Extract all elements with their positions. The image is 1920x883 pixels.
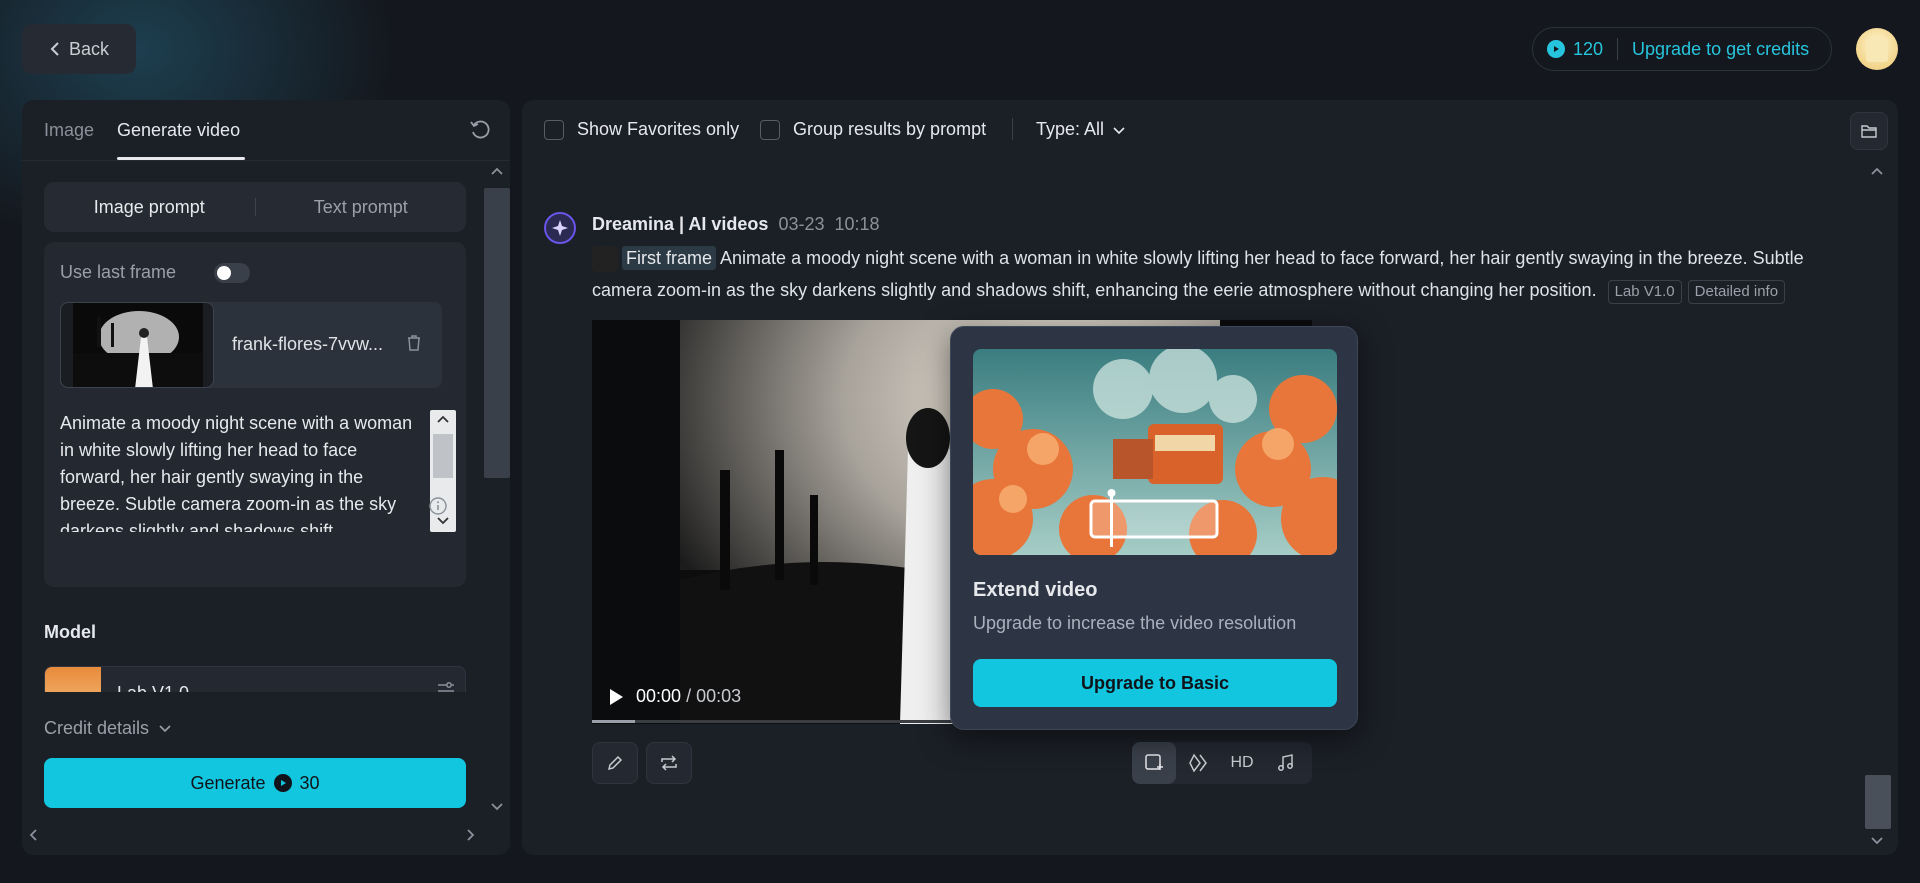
chevron-down-icon (159, 724, 171, 732)
credit-details-label: Credit details (44, 718, 150, 738)
mode-tabs: Image Generate video (22, 100, 510, 161)
prompt-mode-switch: Image prompt Text prompt (44, 182, 466, 232)
scroll-thumb[interactable] (433, 434, 453, 478)
filter-bar: Show Favorites only Group results by pro… (522, 100, 1898, 160)
music-note-icon (1278, 754, 1293, 771)
user-avatar[interactable] (1856, 28, 1898, 70)
sparkle-icon (552, 220, 568, 236)
prompt-textarea[interactable]: Animate a moody night scene with a woman… (60, 410, 420, 532)
first-frame-thumbnail (592, 246, 618, 273)
popup-title: Extend video (973, 579, 1098, 601)
pencil-icon (607, 755, 623, 771)
use-last-frame-toggle[interactable] (214, 263, 250, 283)
scroll-down-icon[interactable] (490, 802, 504, 812)
reset-icon[interactable] (468, 118, 492, 142)
feed-scrollbar[interactable] (1862, 160, 1891, 850)
repeat-icon (661, 755, 677, 771)
result-author: Dreamina | AI videos (592, 214, 769, 234)
scroll-down-icon (437, 517, 449, 525)
video-current-time: 00:00 (636, 686, 682, 706)
extend-video-button[interactable] (1132, 742, 1176, 784)
trash-icon[interactable] (406, 334, 422, 352)
text-prompt-option[interactable]: Text prompt (256, 197, 467, 218)
result-time: 10:18 (834, 214, 880, 234)
use-last-frame-label: Use last frame (60, 262, 177, 282)
tab-generate-video[interactable]: Generate video (117, 120, 240, 141)
first-frame-tag[interactable]: First frame (622, 246, 717, 270)
detailed-info-tag[interactable]: Detailed info (1687, 280, 1786, 304)
info-icon[interactable] (428, 496, 448, 516)
type-filter-dropdown[interactable]: Type: All (1036, 119, 1125, 140)
extend-video-icon (1145, 754, 1163, 770)
extend-video-illustration (973, 349, 1337, 555)
horizontal-scrollbar[interactable] (22, 822, 510, 852)
panel-scrollbar[interactable] (484, 160, 510, 811)
upgrade-to-basic-button[interactable]: Upgrade to Basic (973, 659, 1337, 707)
chevron-down-icon (1113, 127, 1125, 135)
result-meta: Dreamina | AI videos 03-23 10:18 (592, 214, 880, 235)
frame-card: Use last frame frank-flores-7vvw... Anim… (44, 242, 466, 587)
scroll-left-icon[interactable] (28, 828, 38, 842)
back-button[interactable]: Back (22, 24, 136, 74)
generate-button[interactable]: Generate 30 (44, 758, 466, 808)
generate-cost: 30 (299, 772, 320, 793)
divider (1617, 38, 1619, 60)
divider (1012, 118, 1013, 140)
image-prompt-option[interactable]: Image prompt (44, 197, 255, 218)
type-filter-label: Type: All (1036, 119, 1105, 139)
generation-panel: Image Generate video Image prompt Text p… (22, 100, 510, 855)
regenerate-button[interactable] (646, 742, 692, 784)
credits-pill[interactable]: 120 Upgrade to get credits (1532, 27, 1832, 71)
play-icon[interactable] (608, 688, 624, 706)
scroll-up-icon[interactable] (490, 166, 504, 176)
video-controls: 00:00 / 00:03 (608, 686, 741, 707)
extend-video-popover: Extend video Upgrade to increase the vid… (950, 326, 1358, 730)
generate-label: Generate (190, 772, 266, 793)
upgrade-link[interactable]: Upgrade to get credits (1632, 39, 1809, 60)
diamond-icon (1189, 753, 1207, 773)
scroll-right-icon[interactable] (466, 828, 476, 842)
active-tab-indicator (117, 157, 245, 160)
edit-button[interactable] (592, 742, 638, 784)
uploaded-file-name: frank-flores-7vvw... (232, 334, 384, 354)
folder-button[interactable] (1850, 112, 1888, 150)
video-duration: 00:03 (696, 686, 742, 706)
folder-icon (1861, 125, 1877, 138)
credit-coin-icon (1547, 40, 1565, 58)
uploaded-image-thumbnail (60, 302, 214, 388)
favorites-checkbox[interactable] (544, 120, 564, 140)
scroll-thumb[interactable] (484, 188, 510, 478)
popup-description: Upgrade to increase the video resolution (973, 613, 1297, 633)
model-heading: Model (44, 622, 96, 642)
audio-button[interactable] (1264, 742, 1308, 784)
credit-count: 120 (1573, 38, 1604, 59)
video-tools: HD (1132, 742, 1312, 784)
favorites-label[interactable]: Show Favorites only (577, 119, 739, 140)
back-label: Back (68, 38, 110, 59)
video-progress-fill (592, 720, 636, 723)
hd-button[interactable]: HD (1220, 742, 1264, 784)
interpolate-button[interactable] (1176, 742, 1220, 784)
group-by-prompt-label[interactable]: Group results by prompt (793, 119, 986, 140)
credit-coin-icon (273, 774, 292, 792)
credit-details-toggle[interactable]: Credit details (44, 718, 171, 739)
scroll-up-icon (437, 415, 449, 423)
scroll-up-icon[interactable] (1870, 166, 1884, 176)
result-date: 03-23 (778, 214, 825, 234)
uploaded-image-chip[interactable]: frank-flores-7vvw... (60, 302, 442, 388)
chevron-left-icon (50, 42, 59, 56)
result-prompt: First frame Animate a moody night scene … (592, 242, 1862, 306)
scroll-down-icon[interactable] (1870, 836, 1884, 846)
model-tag: Lab V1.0 (1607, 280, 1682, 304)
scroll-thumb[interactable] (1865, 775, 1891, 829)
dreamina-avatar (544, 212, 576, 244)
group-by-prompt-checkbox[interactable] (760, 120, 780, 140)
tab-image[interactable]: Image (44, 120, 94, 141)
